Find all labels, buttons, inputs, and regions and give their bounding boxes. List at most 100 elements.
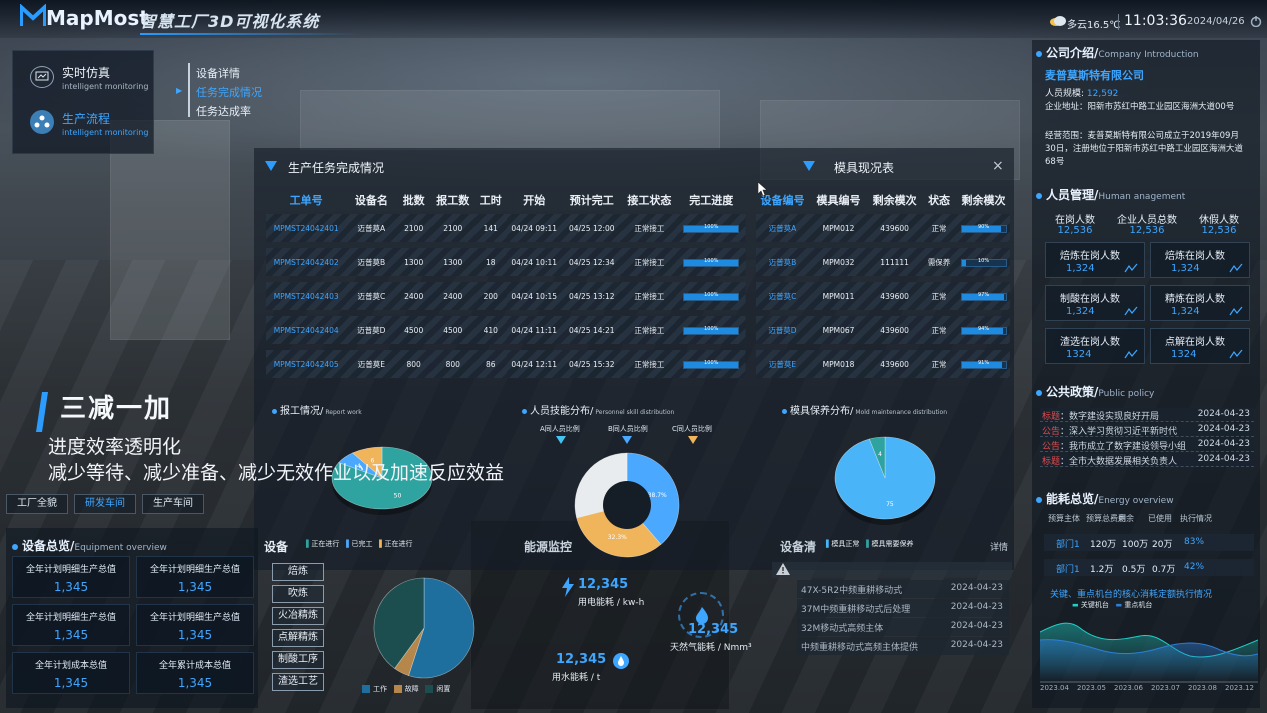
task-row[interactable]: MPMST24042402 迈普莫B 1300 1300 18 04/24 10:11 04…: [266, 248, 746, 276]
nav-item-simulation[interactable]: 实时仿真: [62, 64, 110, 81]
scene-building: [300, 90, 720, 150]
energy-cell: 0.5万: [1122, 565, 1146, 575]
lightning-icon: [560, 577, 576, 597]
tab-factory-overview[interactable]: 工厂全貌: [6, 494, 68, 514]
mold-cell: 439600: [880, 223, 909, 233]
device-list-text: 37M中频重耕移动式后处理: [801, 605, 911, 615]
policy-item[interactable]: 公告：我市成立了数字建设领导小组 2024-04-23: [1040, 438, 1254, 452]
equipment-stat-label: 全年计划明细生产总值: [149, 613, 240, 623]
tab-production-workshop[interactable]: 生产车间: [142, 494, 204, 514]
process-button[interactable]: 渣选工艺: [272, 673, 324, 691]
app-title: 智慧工厂3D可视化系统: [140, 12, 320, 31]
policy-item[interactable]: 标题：全市大数据发展相关负责人 2024-04-23: [1040, 453, 1254, 467]
task-table: 工单号 设备名 批数 报工数 工时 开始 预计完工 接工状态 完工进度 MPMS…: [266, 186, 746, 384]
diamond-icon: [622, 436, 632, 444]
equipment-stat-value: 1,345: [53, 580, 89, 594]
task-col: 工单号: [289, 194, 323, 207]
diamond-icon: [688, 436, 698, 444]
task-row[interactable]: MPMST24042403 迈普莫C 2400 2400 200 04/24 10:15 0…: [266, 282, 746, 310]
mold-row[interactable]: 迈普莫A MPM012 439600 正常 90%: [756, 214, 1010, 242]
progress-label: 100%: [704, 223, 719, 230]
subnav-task-status[interactable]: 任务完成情况: [196, 84, 262, 100]
process-button[interactable]: 吹炼: [272, 585, 324, 603]
slash-icon: [36, 392, 48, 432]
policy-date: 2024-04-23: [1197, 454, 1250, 464]
device-list-link[interactable]: 详情: [990, 540, 1008, 553]
task-row[interactable]: MPMST24042404 迈普莫D 4500 4500 410 04/24 11:11 0…: [266, 316, 746, 344]
process-button[interactable]: 制酸工序: [272, 651, 324, 669]
device-list-title: 设备清: [780, 540, 817, 554]
mold-row[interactable]: 迈普莫E MPM018 439600 正常 91%: [756, 350, 1010, 378]
device-pie-chart: [373, 577, 475, 679]
subnav-bar: [188, 63, 190, 117]
progress-label: 97%: [977, 291, 990, 298]
hr-card-label: 渣选在岗人数: [1060, 337, 1120, 348]
process-button[interactable]: 点解精炼: [272, 629, 324, 647]
policy-title-en: Public policy: [1098, 389, 1155, 399]
water-value: 12,345: [556, 652, 607, 667]
task-cell: 正常接工: [634, 325, 665, 335]
policy-item[interactable]: 标题：数字建设实现良好开局 2024-04-23: [1040, 408, 1254, 422]
subnav-task-rate[interactable]: 任务达成率: [196, 103, 251, 119]
pie-label: 32.3%: [608, 534, 627, 541]
close-icon[interactable]: ×: [992, 158, 1004, 174]
triangle-icon: [803, 160, 815, 172]
device-list-item[interactable]: 47X-5R2中频重耕移动式 2024-04-23: [797, 580, 1009, 598]
report-title-en: Report work: [325, 409, 362, 416]
equipment-stat: 全年累计成本总值 1,345: [136, 652, 254, 694]
energy-cell: 部门1: [1056, 540, 1080, 550]
device-list-header: [772, 562, 1012, 578]
energy-cell: 120万: [1090, 540, 1117, 550]
task-row[interactable]: MPMST24042401 迈普莫A 2100 2100 141 04/24 09:11 0…: [266, 214, 746, 242]
mold-row[interactable]: 迈普莫D MPM067 439600 正常 94%: [756, 316, 1010, 344]
mold-cell: 迈普莫C: [768, 291, 797, 301]
slogan-line1: 进度效率透明化: [48, 436, 182, 458]
mold-progress-cell: 91%: [957, 350, 1010, 378]
skills-title: 人员技能分布/Personnel skill distribution: [522, 402, 674, 417]
signal-icon: [1124, 306, 1138, 316]
mold-cell: MPM012: [822, 223, 855, 233]
divider: [1118, 14, 1119, 30]
donut-hole: [603, 481, 651, 529]
mold-cell: 111111: [880, 257, 909, 267]
pie-label: 50: [394, 493, 402, 500]
process-button[interactable]: 火冶精炼: [272, 607, 324, 625]
energy-cell: 部门1: [1056, 565, 1080, 575]
hr-card-value: 1,324: [1171, 263, 1200, 274]
energy-title: 能耗总览/Energy overview: [1036, 490, 1174, 507]
task-row[interactable]: MPMST24042405 迈普莫E 800 800 86 04/24 12:11 04/2…: [266, 350, 746, 378]
tab-rd-workshop[interactable]: 研发车间: [74, 494, 136, 514]
task-cell: 04/25 13:12: [568, 291, 615, 301]
subnav-device-detail[interactable]: 设备详情: [196, 65, 240, 81]
device-list-item[interactable]: 32M移动式高频主体 2024-04-23: [797, 618, 1009, 636]
device-list-item[interactable]: 中频重耕移动式高频主体提供 2024-04-23: [797, 637, 1009, 655]
task-cell: 04/25 14:21: [568, 325, 615, 335]
policy-date: 2024-04-23: [1197, 409, 1250, 419]
progress-bar: 90%: [960, 224, 1007, 233]
mouse-cursor-icon: [757, 181, 768, 197]
policy-item[interactable]: 公告：深入学习贯彻习近平新时代 2024-04-23: [1040, 423, 1254, 437]
maint-legend-item: 模具正常: [831, 540, 860, 548]
monitor-icon: [30, 66, 54, 88]
energy-cell: 1.2万: [1090, 565, 1114, 575]
mold-cell: 439600: [880, 325, 909, 335]
task-cell: 04/24 10:15: [511, 291, 558, 301]
device-list-item[interactable]: 37M中频重耕移动式后处理 2024-04-23: [797, 599, 1009, 617]
skill-cat-a: A同人员比例: [540, 425, 580, 433]
equipment-stat: 全年计划明细生产总值 1,345: [12, 604, 130, 646]
equipment-stat: 全年计划明细生产总值 1,345: [136, 556, 254, 598]
signal-icon: [1229, 349, 1243, 359]
process-button[interactable]: 焙炼: [272, 563, 324, 581]
mold-cell: 迈普莫A: [768, 223, 797, 233]
task-progress-cell: 100%: [676, 248, 746, 276]
task-col: 预计完工: [569, 194, 614, 207]
energy-header: 预算主体: [1048, 514, 1080, 523]
energy-cell: 100万: [1122, 540, 1149, 550]
power-icon[interactable]: [1250, 15, 1262, 28]
hr-card-value: 1324: [1171, 349, 1197, 360]
company-title-en: Company Introduction: [1098, 50, 1199, 60]
mold-row[interactable]: 迈普莫B MPM032 111111 需保养 10%: [756, 248, 1010, 276]
mold-row[interactable]: 迈普莫C MPM011 439600 正常 97%: [756, 282, 1010, 310]
nav-item-process[interactable]: 生产流程: [62, 110, 110, 127]
company-scale-label: 人员规模:: [1045, 89, 1085, 99]
